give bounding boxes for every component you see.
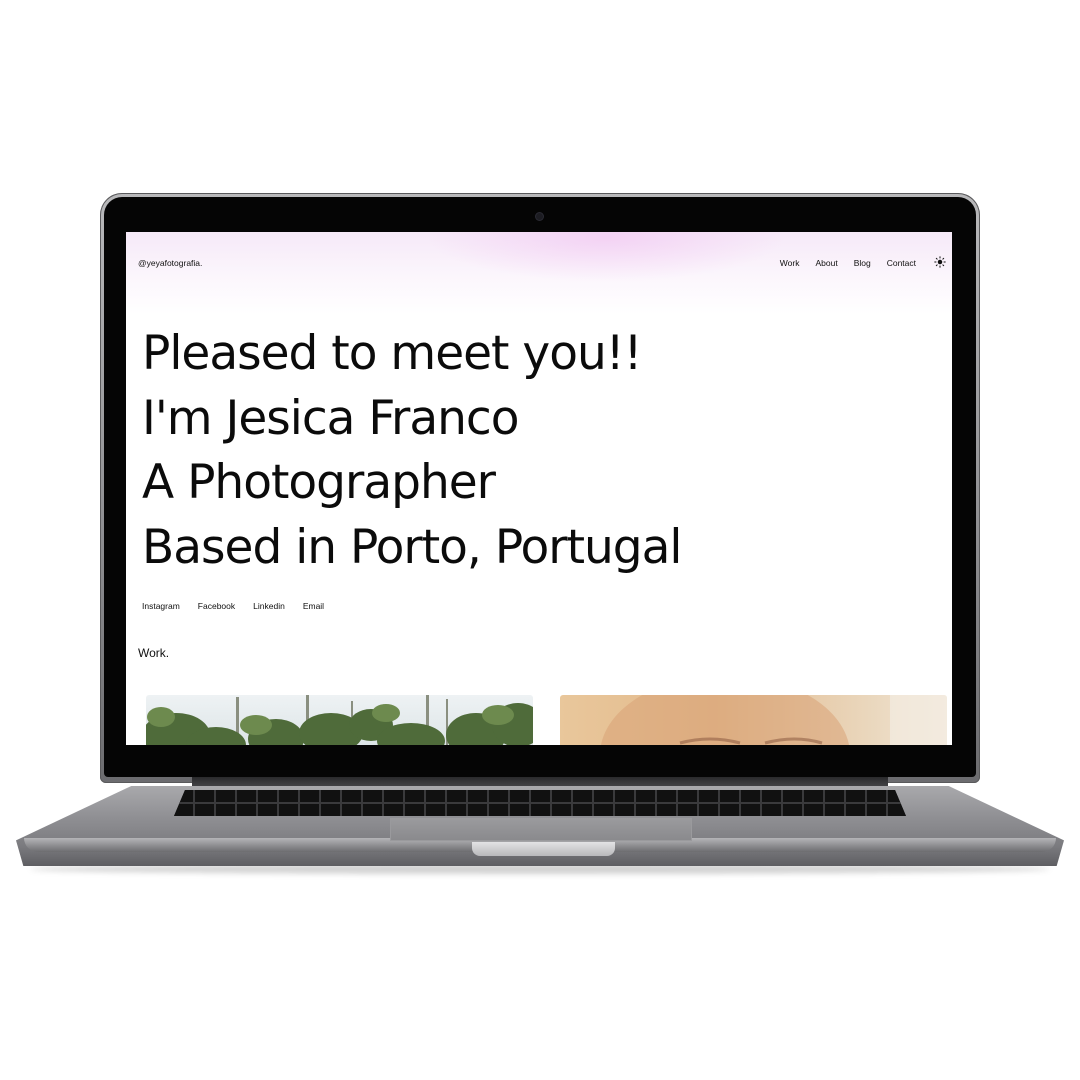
keyboard — [174, 790, 906, 816]
forest-photo — [146, 695, 533, 745]
main-nav: Work About Blog Contact — [780, 258, 916, 268]
social-links: Instagram Facebook Linkedin Email — [142, 601, 324, 611]
work-thumbnail-forest[interactable] — [146, 695, 533, 745]
sun-icon — [934, 256, 946, 268]
nav-item-blog[interactable]: Blog — [854, 258, 871, 268]
trackpad — [390, 818, 692, 841]
hero-line-role: A Photographer — [142, 455, 496, 510]
nav-item-contact[interactable]: Contact — [887, 258, 916, 268]
work-section-title: Work. — [138, 646, 170, 660]
theme-toggle-button[interactable] — [932, 254, 948, 270]
social-link-email[interactable]: Email — [303, 601, 324, 611]
site-brand[interactable]: @yeyafotografia. — [138, 258, 202, 268]
laptop-screen: @yeyafotografia. Work About Blog Contact… — [126, 232, 952, 745]
nav-item-about[interactable]: About — [815, 258, 837, 268]
nav-item-work[interactable]: Work — [780, 258, 800, 268]
hero-line-name: I'm Jesica Franco — [142, 390, 520, 446]
hero-line-location: Based in Porto, Portugal — [142, 519, 682, 575]
portrait-photo — [600, 695, 947, 745]
hero-heading: Pleased to meet you!! I'm Jesica Franco … — [142, 322, 682, 580]
social-link-linkedin[interactable]: Linkedin — [253, 601, 285, 611]
hero-line-greeting: Pleased to meet you!! — [142, 326, 642, 381]
webcam — [536, 213, 543, 220]
work-thumbnail-portrait[interactable] — [560, 695, 947, 745]
lid-opening-notch — [472, 842, 615, 856]
social-link-facebook[interactable]: Facebook — [198, 601, 235, 611]
social-link-instagram[interactable]: Instagram — [142, 601, 180, 611]
